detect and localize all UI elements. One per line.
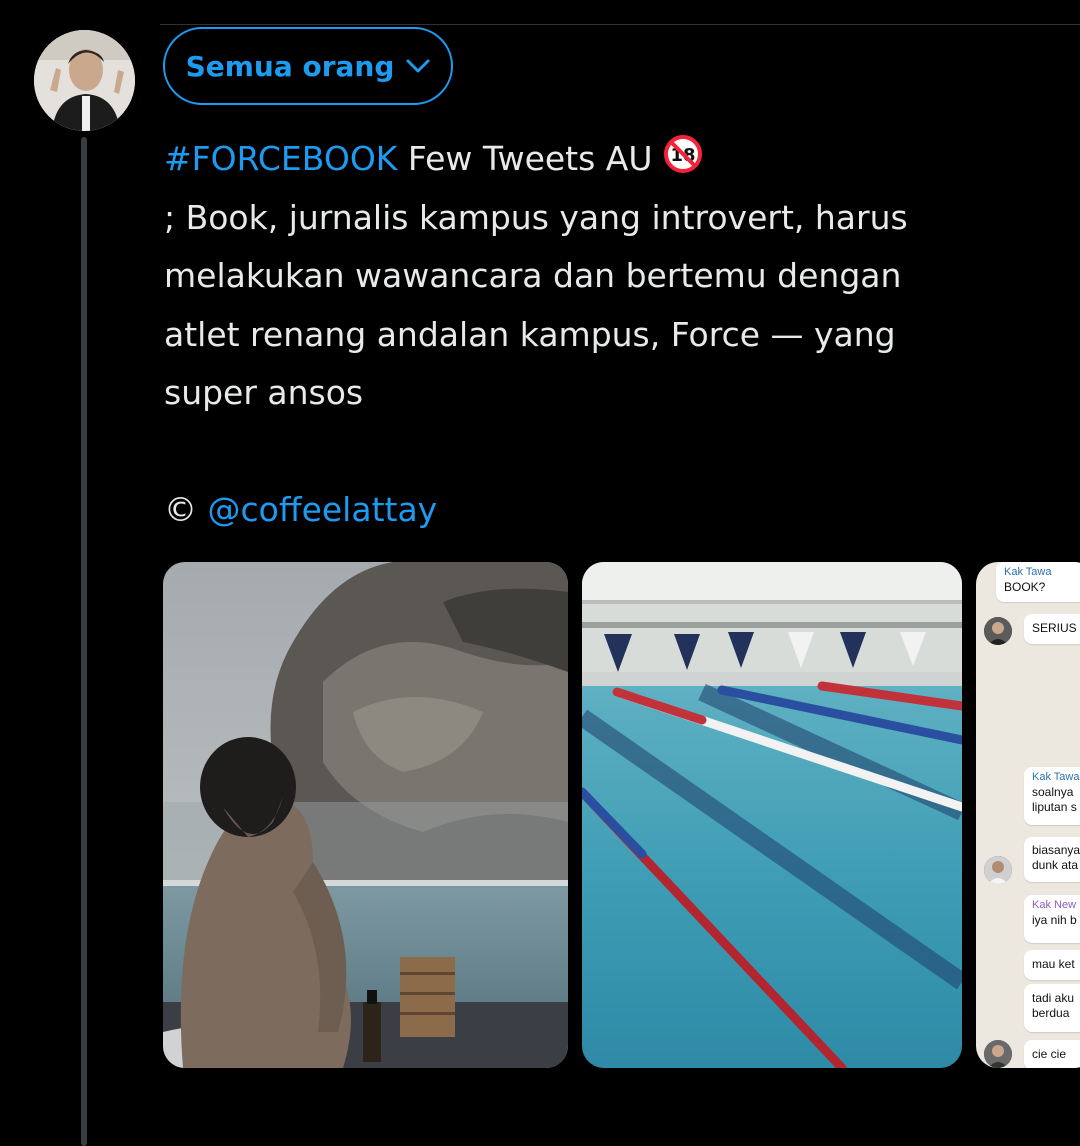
chat-bubble: cie cie <box>1024 1040 1080 1068</box>
avatar[interactable] <box>34 30 135 131</box>
chat-avatar <box>984 617 1012 645</box>
chat-bubble: Kak New iya nih b <box>1024 895 1080 943</box>
tweet-text: #FORCEBOOK Few Tweets AU 18 ; Book, jurn… <box>164 130 1044 540</box>
media-image-chat-screenshot[interactable]: Kak Tawa BOOK? SERIUS Kak Tawa soalnya l… <box>976 562 1080 1068</box>
tweet-line-4: super ansos <box>164 373 364 412</box>
chat-avatar <box>984 1040 1012 1068</box>
chat-bubble: mau ket <box>1024 950 1080 980</box>
credit-line: © @coffeelattay <box>164 481 1044 540</box>
chat-text: dunk ata <box>1032 858 1079 872</box>
chat-bubble: Kak Tawa BOOK? <box>996 562 1080 602</box>
chat-text: SERIUS <box>1032 621 1077 635</box>
tweet-line-1: ; Book, jurnalis kampus yang introvert, … <box>164 197 908 237</box>
chat-bubble: biasanya dunk ata <box>1024 837 1080 882</box>
chat-text: tadi aku <box>1032 991 1075 1005</box>
chat-text: berdua <box>1032 1006 1070 1020</box>
chat-text: BOOK? <box>1004 580 1046 594</box>
media-image-swimming-pool[interactable] <box>582 562 962 1068</box>
chat-text: soalnya <box>1032 785 1074 799</box>
tweet-line-3: atlet renang andalan kampus, Force — yan… <box>164 314 896 354</box>
media-image-pool-man[interactable] <box>163 562 568 1068</box>
chat-bubble: tadi aku berdua <box>1024 984 1080 1032</box>
copyright-symbol: © <box>164 490 197 529</box>
chat-text: mau ket <box>1032 957 1075 971</box>
tweet-line-2: melakukan wawancara dan bertemu dengan <box>164 256 902 295</box>
thread-line <box>81 137 87 1146</box>
no-under-18-icon: 18 <box>663 134 703 193</box>
tweet-title: Few Tweets AU <box>397 139 653 178</box>
top-divider <box>160 24 1080 25</box>
audience-selector-button[interactable]: Semua orang <box>163 27 453 105</box>
chat-text: cie cie <box>1032 1047 1067 1061</box>
tweet-title-line: #FORCEBOOK Few Tweets AU 18 <box>164 130 1044 189</box>
chat-text: biasanya <box>1032 843 1080 857</box>
chat-sender: Kak New <box>1032 899 1077 911</box>
chat-bubble: Kak Tawa soalnya liputan s <box>1024 767 1080 825</box>
chat-sender: Kak Tawa <box>1004 566 1052 578</box>
chat-text: iya nih b <box>1032 913 1077 927</box>
chat-text: liputan s <box>1032 800 1077 814</box>
chat-avatar <box>984 856 1012 884</box>
audience-label: Semua orang <box>185 49 395 83</box>
credit-mention-link[interactable]: @coffeelattay <box>208 490 438 529</box>
chevron-down-icon <box>406 59 430 73</box>
chat-sender: Kak Tawa <box>1032 771 1080 783</box>
hashtag-link[interactable]: #FORCEBOOK <box>164 139 397 178</box>
chat-bubble: SERIUS <box>1024 614 1080 644</box>
